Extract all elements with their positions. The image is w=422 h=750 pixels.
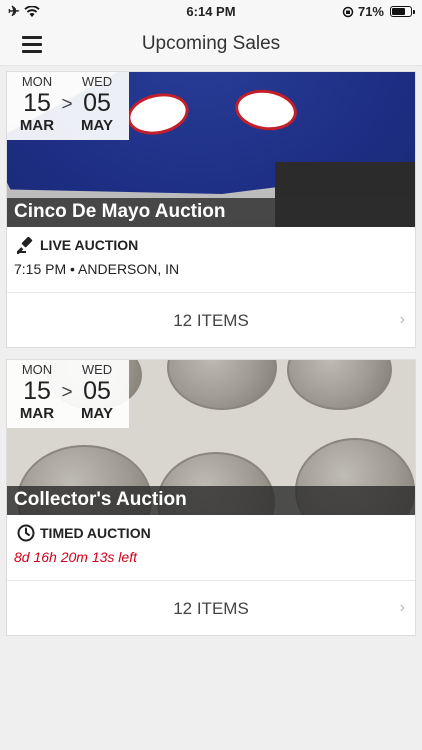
clock-icon [17,524,35,542]
date-range-badge: MON 15 MAR > WED 05 MAY [7,360,129,428]
date-separator: > [61,94,73,115]
sale-info: LIVE AUCTION 7:15 PM • ANDERSON, IN [7,227,415,293]
sale-image[interactable]: MON 15 MAR > WED 05 MAY Cinco De Mayo Au… [7,72,415,227]
chevron-right-icon: › [399,599,405,616]
sale-title[interactable]: Collector's Auction [14,489,187,511]
chevron-right-icon: › [399,311,405,328]
battery-icon [390,6,415,17]
date-range-badge: MON 15 MAR > WED 05 MAY [7,72,129,140]
page-title: Upcoming Sales [141,33,281,54]
gavel-icon [17,236,33,254]
time-remaining: 8d 16h 20m 13s left [14,549,137,565]
end-date: WED 05 MAY [81,362,113,422]
coin-icon [167,360,277,410]
items-count: 12 ITEMS [173,311,249,330]
start-date: MON 15 MAR [19,74,55,134]
nav-bar: Upcoming Sales [0,24,422,66]
sale-card[interactable]: MON 15 MAR > WED 05 MAY Collector's Auct… [6,359,416,636]
items-count: 12 ITEMS [173,599,249,618]
sale-title-strip: Collector's Auction [7,486,415,515]
sale-image[interactable]: MON 15 MAR > WED 05 MAY Collector's Auct… [7,360,415,515]
battery-percent: 71% [357,4,384,19]
sale-title-strip: Cinco De Mayo Auction [7,198,415,227]
sale-info: TIMED AUCTION 8d 16h 20m 13s left [7,515,415,581]
sale-time-location: 7:15 PM • ANDERSON, IN [14,261,180,277]
sale-title[interactable]: Cinco De Mayo Auction [14,201,225,223]
auction-type: LIVE AUCTION [40,237,139,253]
status-bar: ✈ 6:14 PM 71% [0,0,422,24]
items-button[interactable]: 12 ITEMS › [7,581,415,635]
date-separator: > [61,382,73,403]
start-date: MON 15 MAR [19,362,55,422]
sale-card[interactable]: MON 15 MAR > WED 05 MAY Cinco De Mayo Au… [6,71,416,348]
end-date: WED 05 MAY [81,74,113,134]
coin-icon [287,360,392,410]
orientation-lock-icon [342,6,354,17]
auction-type: TIMED AUCTION [40,525,151,541]
items-button[interactable]: 12 ITEMS › [7,293,415,347]
